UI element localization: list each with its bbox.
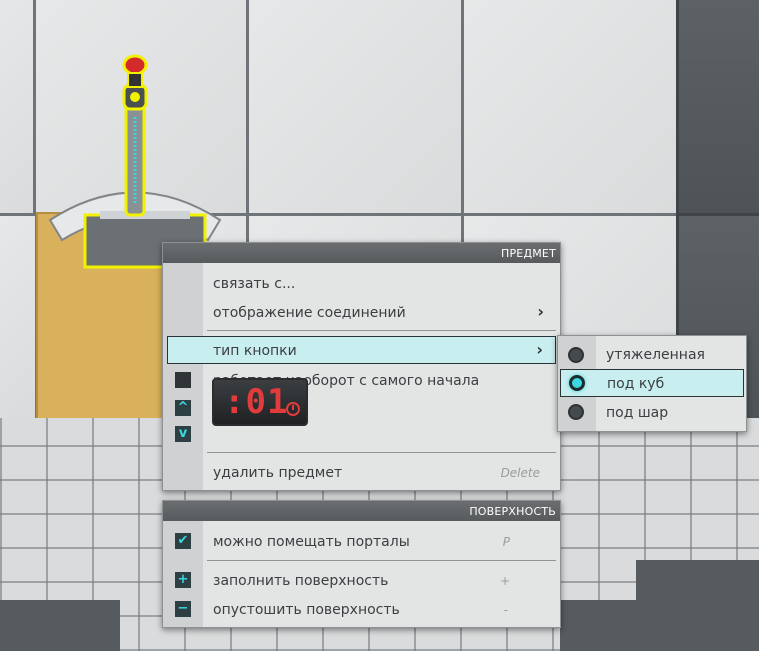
surface-menu-header: ПОВЕРХНОСТЬ	[163, 501, 560, 521]
menu-item-button-type[interactable]: тип кнопки ›	[167, 336, 556, 364]
dark-wall-tile	[676, 0, 759, 216]
menu-item-portals[interactable]: ✔ можно помещать порталы P	[163, 528, 560, 556]
connect-label: связать с...	[213, 276, 296, 292]
wall-tile	[0, 213, 38, 423]
timer-decrease-button[interactable]: v	[175, 426, 191, 442]
wall-tile	[461, 0, 679, 216]
plus-icon: +	[175, 572, 191, 588]
portals-shortcut: P	[502, 535, 510, 549]
item-menu-header: ПРЕДМЕТ	[163, 243, 560, 263]
floor-dark-tile	[0, 600, 120, 651]
floor-dark-tile	[636, 560, 759, 651]
delete-shortcut: Delete	[500, 466, 540, 480]
floor-dark-tile	[560, 600, 640, 651]
empty-shortcut: -	[503, 603, 508, 617]
surface-context-menu: ПОВЕРХНОСТЬ ✔ можно помещать порталы P +…	[162, 500, 561, 628]
button-type-option-selected[interactable]: под куб	[560, 369, 744, 397]
chevron-right-icon: ›	[536, 340, 543, 359]
radio-icon	[568, 347, 584, 363]
menu-item-delete[interactable]: удалить предмет Delete	[163, 459, 560, 487]
connection-display-label: отображение соединений	[213, 305, 406, 321]
floor-button-object[interactable]	[40, 45, 230, 275]
minus-icon: −	[175, 601, 191, 617]
menu-separator	[207, 452, 556, 453]
chevron-right-icon: ›	[537, 302, 544, 321]
checkmark-icon[interactable]: ✔	[175, 533, 191, 549]
menu-item-connection-display[interactable]: отображение соединений ›	[163, 299, 560, 327]
menu-item-connect[interactable]: связать с...	[163, 270, 560, 298]
item-context-menu: ПРЕДМЕТ связать с... отображение соедине…	[162, 242, 561, 491]
button-type-option[interactable]: под шар	[558, 399, 746, 427]
fill-shortcut: +	[499, 574, 510, 588]
option-label: утяжеленная	[606, 347, 705, 363]
menu-item-fill-surface[interactable]: + заполнить поверхность +	[163, 567, 560, 595]
delete-label: удалить предмет	[213, 465, 343, 481]
timer-value: :01	[224, 382, 289, 422]
wall-tile	[246, 0, 464, 216]
timer-clock-icon	[286, 402, 300, 416]
reverse-checkbox[interactable]	[175, 372, 191, 388]
timer-display: :01	[212, 378, 308, 426]
timer-increase-button[interactable]: ^	[175, 400, 191, 416]
menu-item-empty-surface[interactable]: − опустошить поверхность -	[163, 596, 560, 624]
radio-selected-icon	[569, 375, 585, 391]
radio-icon	[568, 404, 584, 420]
option-label: под шар	[606, 405, 669, 421]
wall-tile	[0, 0, 36, 220]
menu-separator	[207, 560, 556, 561]
option-label: под куб	[607, 376, 665, 392]
empty-label: опустошить поверхность	[213, 602, 400, 618]
portals-label: можно помещать порталы	[213, 534, 410, 550]
button-type-label: тип кнопки	[213, 343, 297, 359]
button-type-option[interactable]: утяжеленная	[558, 341, 746, 369]
button-type-submenu: утяжеленная под куб под шар	[557, 335, 747, 432]
fill-label: заполнить поверхность	[213, 573, 389, 589]
menu-separator	[207, 330, 556, 331]
